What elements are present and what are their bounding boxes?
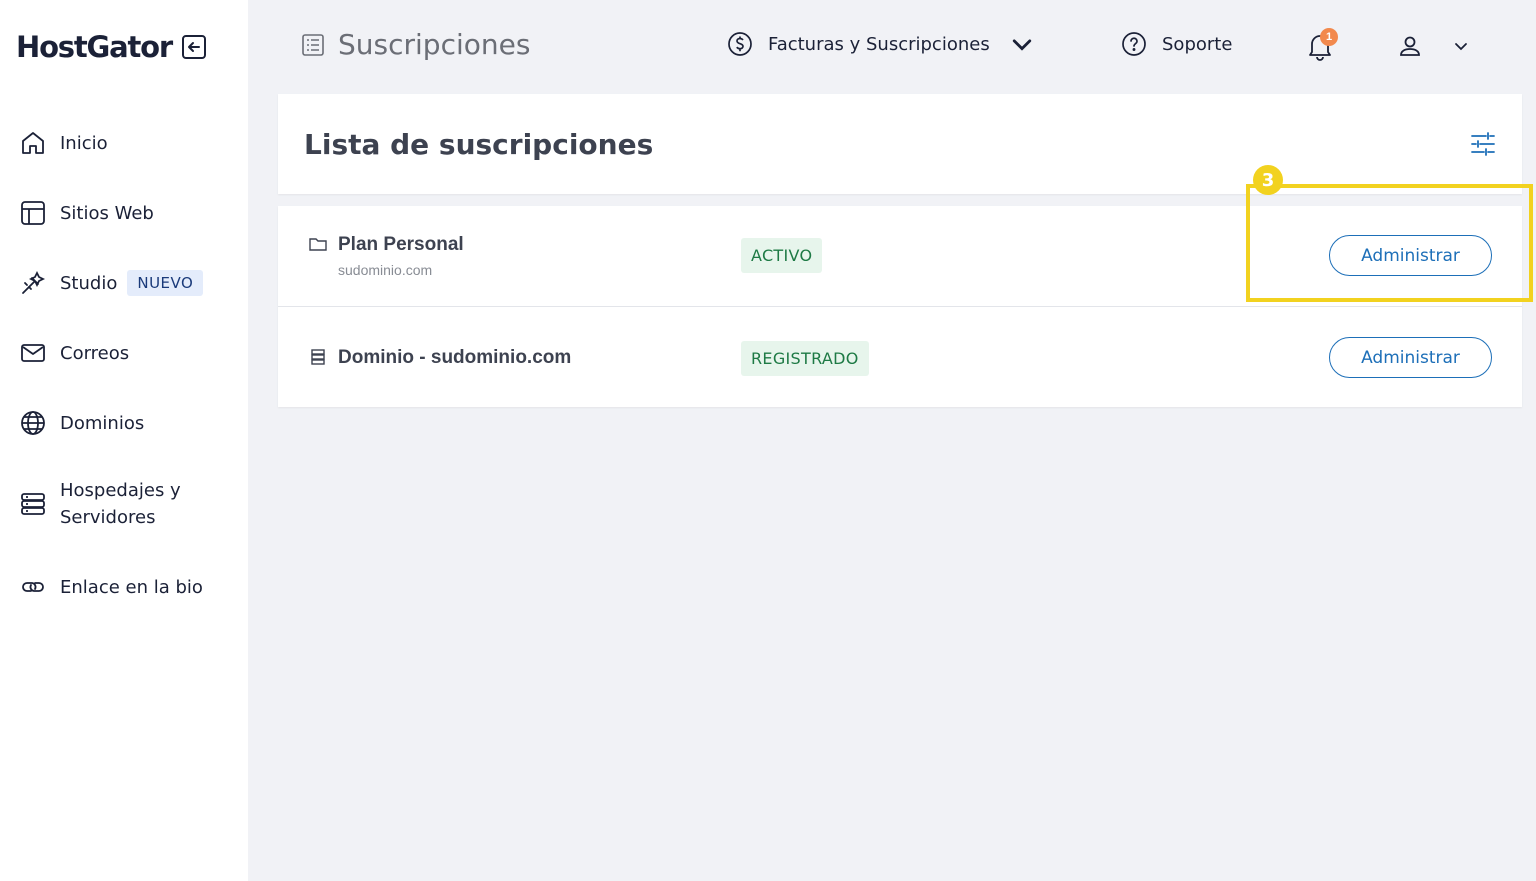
row-title: Plan Personal xyxy=(338,234,464,255)
sidebar-item-enlace-bio[interactable]: Enlace en la bio xyxy=(18,572,203,602)
user-menu[interactable] xyxy=(1396,32,1470,60)
sidebar-item-label: Sitios Web xyxy=(60,202,154,224)
sidebar-item-label: Inicio xyxy=(60,132,108,154)
sidebar-item-dominios[interactable]: Dominios xyxy=(18,408,144,438)
subscriptions-header-card: Lista de suscripciones xyxy=(278,94,1522,194)
status-badge: REGISTRADO xyxy=(741,341,869,376)
subscriptions-list: Plan Personal sudominio.com ACTIVO Admin… xyxy=(278,206,1522,407)
brand: HostGator xyxy=(16,30,206,64)
administrar-button[interactable]: Administrar xyxy=(1329,235,1492,276)
notification-count-badge: 1 xyxy=(1320,28,1338,46)
folder-icon xyxy=(309,238,327,251)
sidebar-item-correos[interactable]: Correos xyxy=(18,338,129,368)
chevron-down-icon xyxy=(1012,39,1031,51)
row-title: Dominio - sudominio.com xyxy=(338,347,572,368)
page-title: Suscripciones xyxy=(300,28,530,61)
sidebar-item-label: Enlace en la bio xyxy=(60,576,203,598)
user-icon xyxy=(1400,36,1420,56)
page-title-text: Suscripciones xyxy=(338,28,531,61)
sidebar-item-label: Correos xyxy=(60,342,130,364)
server-icon xyxy=(18,489,48,519)
sidebar-item-label: Studio xyxy=(60,272,118,294)
table-row: Plan Personal sudominio.com ACTIVO Admin… xyxy=(278,206,1522,306)
list-title: Lista de suscripciones xyxy=(304,128,654,161)
sidebar-item-label: Hospedajes y Servidores xyxy=(60,480,181,528)
support-link[interactable]: Soporte xyxy=(1120,30,1232,58)
magic-tools-icon xyxy=(18,268,48,298)
sidebar-item-sitios-web[interactable]: Sitios Web xyxy=(18,198,154,228)
help-icon xyxy=(1122,32,1146,56)
billing-menu-label: Facturas y Suscripciones xyxy=(768,33,990,55)
globe-icon xyxy=(18,408,48,438)
layout-icon xyxy=(18,198,48,228)
dollar-icon xyxy=(728,32,752,56)
sidebar-item-inicio[interactable]: Inicio xyxy=(18,128,108,158)
home-icon xyxy=(18,128,48,158)
collapse-sidebar-icon[interactable] xyxy=(181,35,206,59)
sidebar-item-hospedajes[interactable]: Hospedajes y Servidores xyxy=(18,477,210,531)
table-row: Dominio - sudominio.com REGISTRADO Admin… xyxy=(278,306,1522,406)
sidebar-item-studio[interactable]: Studio NUEVO xyxy=(18,268,204,298)
domain-icon xyxy=(311,349,325,365)
link-icon xyxy=(18,572,48,602)
tutorial-step-marker: 3 xyxy=(1253,165,1283,195)
administrar-button[interactable]: Administrar xyxy=(1329,337,1492,378)
sidebar: HostGator Inicio Sitios Web Studio NUEVO… xyxy=(0,0,248,881)
chevron-down-icon xyxy=(1455,43,1467,51)
brand-logo[interactable]: HostGator xyxy=(16,30,173,64)
new-badge: NUEVO xyxy=(127,270,204,296)
status-badge: ACTIVO xyxy=(741,238,823,273)
support-label: Soporte xyxy=(1162,33,1233,55)
sidebar-item-label: Dominios xyxy=(60,412,145,434)
row-subtitle: sudominio.com xyxy=(338,262,433,278)
list-icon xyxy=(302,33,324,56)
mail-icon xyxy=(18,338,48,368)
filter-sliders-icon[interactable] xyxy=(1470,132,1496,156)
billing-menu[interactable]: Facturas y Suscripciones xyxy=(726,30,1036,58)
